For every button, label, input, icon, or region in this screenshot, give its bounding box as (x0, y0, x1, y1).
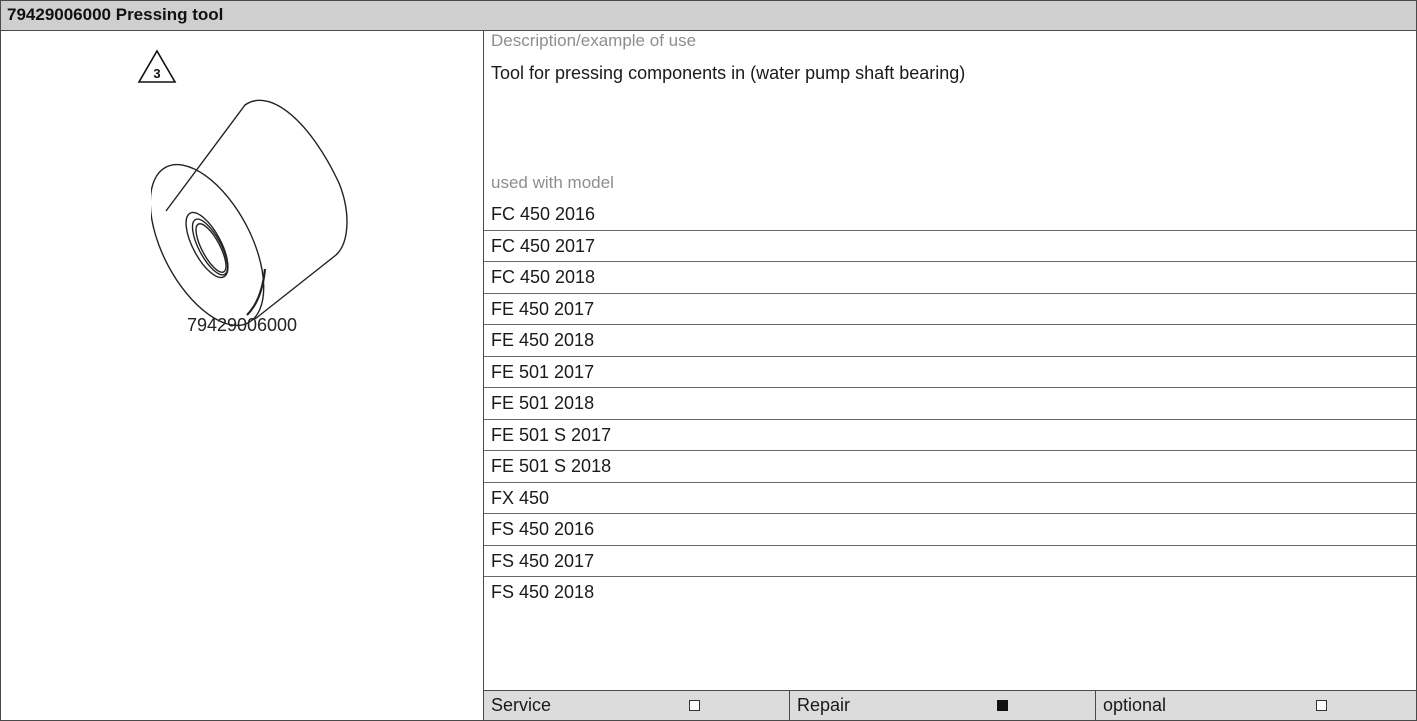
title-bar: 79429006000 Pressing tool (1, 1, 1416, 31)
model-item: FE 501 2017 (484, 357, 1416, 388)
model-item: FE 450 2017 (484, 294, 1416, 325)
model-list: FC 450 2016 FC 450 2017 FC 450 2018 FE 4… (484, 199, 1416, 609)
model-list-heading: used with model (491, 173, 614, 192)
service-checkbox[interactable] (689, 700, 700, 711)
pressing-tool-drawing (151, 99, 348, 327)
page-title: 79429006000 Pressing tool (7, 5, 224, 24)
model-item: FC 450 2016 (484, 199, 1416, 231)
model-item: FC 450 2017 (484, 231, 1416, 262)
category-repair: Repair (789, 691, 1095, 720)
category-footer: Service Repair optional (484, 690, 1416, 720)
warning-icon-number: 3 (153, 66, 160, 81)
part-number-label: 79429006000 (186, 315, 298, 335)
model-item: FS 450 2016 (484, 514, 1416, 546)
category-optional: optional (1095, 691, 1416, 720)
model-item: FE 450 2018 (484, 325, 1416, 357)
warning-triangle-icon: 3 (137, 49, 177, 83)
repair-checkbox[interactable] (997, 700, 1008, 711)
model-item: FS 450 2018 (491, 582, 595, 602)
model-item: FE 501 S 2017 (484, 420, 1416, 451)
tool-sheet: 79429006000 Pressing tool 3 79429006000 … (0, 0, 1417, 721)
description-heading: Description/example of use (491, 31, 697, 50)
tool-image-panel: 3 79429006000 (1, 31, 483, 720)
category-service: Service (484, 691, 789, 720)
model-item: FE 501 2018 (484, 388, 1416, 420)
description-text: Tool for pressing components in (water p… (491, 63, 966, 83)
model-item: FE 501 S 2018 (484, 451, 1416, 483)
category-service-label: Service (491, 695, 552, 715)
category-optional-label: optional (1103, 695, 1167, 715)
category-repair-label: Repair (797, 695, 851, 715)
tool-details-panel: Description/example of use Tool for pres… (484, 31, 1416, 720)
model-item: FC 450 2018 (484, 262, 1416, 294)
optional-checkbox[interactable] (1316, 700, 1327, 711)
model-item: FS 450 2017 (484, 546, 1416, 577)
model-item: FX 450 (484, 483, 1416, 514)
